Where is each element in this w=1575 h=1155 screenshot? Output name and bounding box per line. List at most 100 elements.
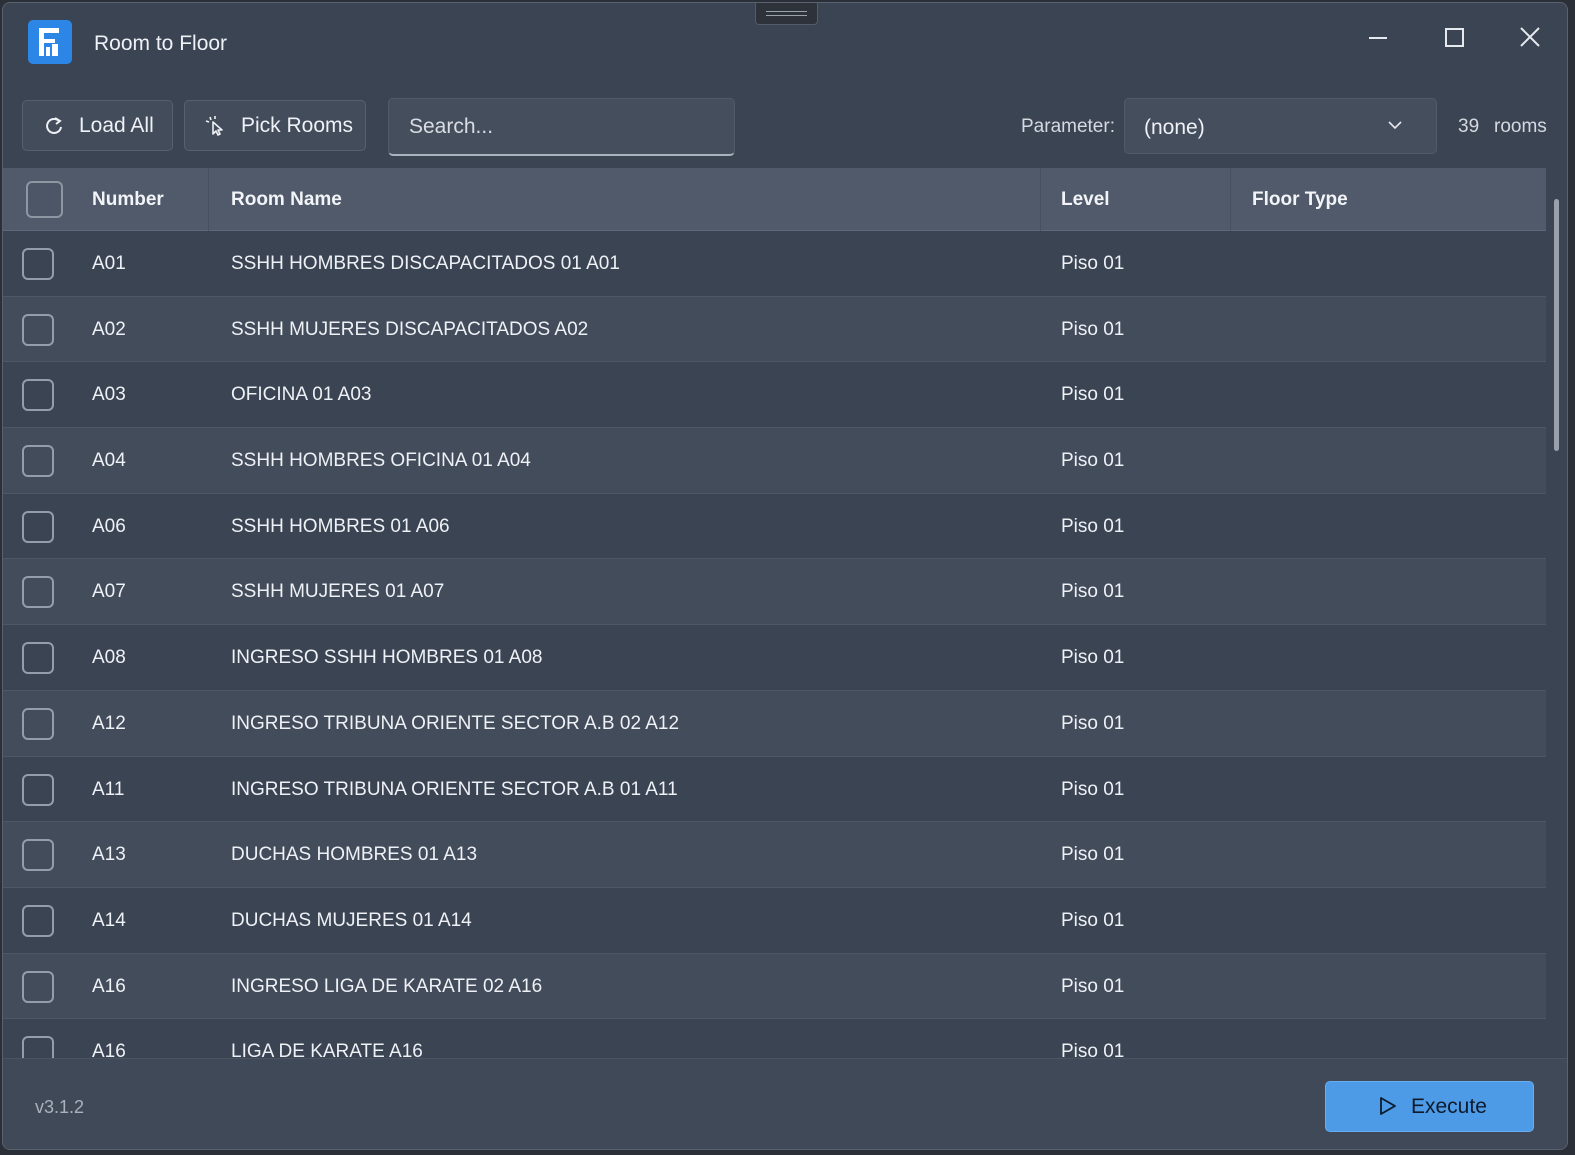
table-row[interactable]: A02 SSHH MUJERES DISCAPACITADOS A02 Piso…	[3, 296, 1546, 363]
maximize-icon	[1445, 28, 1464, 47]
row-checkbox[interactable]	[22, 904, 54, 937]
table-row[interactable]: A14 DUCHAS MUJERES 01 A14 Piso 01	[3, 887, 1546, 954]
minimize-button[interactable]	[1358, 21, 1398, 57]
row-checkbox[interactable]	[22, 970, 54, 1003]
row-checkbox[interactable]	[22, 313, 54, 346]
parameter-dropdown[interactable]: (none)	[1124, 98, 1437, 154]
room-name: INGRESO TRIBUNA ORIENTE SECTOR A.B 02 A1…	[231, 712, 680, 734]
close-button[interactable]	[1510, 21, 1550, 57]
room-count: 39	[1458, 116, 1480, 137]
column-separator[interactable]	[1230, 168, 1231, 231]
version-label: v3.1.2	[35, 1097, 85, 1117]
room-number: A16	[92, 1041, 126, 1058]
room-level: Piso 01	[1061, 318, 1125, 340]
row-checkbox[interactable]	[22, 379, 54, 412]
pick-rooms-button[interactable]: Pick Rooms	[184, 100, 366, 151]
rooms-table: Number Room Name Level Floor Type A01 SS…	[3, 168, 1546, 1058]
room-name: INGRESO LIGA DE KARATE 02 A16	[231, 975, 543, 997]
room-level: Piso 01	[1061, 778, 1125, 800]
table-row[interactable]: A16 INGRESO LIGA DE KARATE 02 A16 Piso 0…	[3, 953, 1546, 1020]
column-separator[interactable]	[208, 168, 209, 231]
window-title: Room to Floor	[94, 32, 228, 55]
table-row[interactable]: A04 SSHH HOMBRES OFICINA 01 A04 Piso 01	[3, 428, 1546, 494]
room-name: INGRESO SSHH HOMBRES 01 A08	[231, 647, 543, 669]
row-checkbox[interactable]	[22, 1036, 54, 1058]
table-row[interactable]: A13 DUCHAS HOMBRES 01 A13 Piso 01	[3, 822, 1546, 888]
room-name: LIGA DE KARATE A16	[231, 1041, 423, 1058]
table-row[interactable]: A12 INGRESO TRIBUNA ORIENTE SECTOR A.B 0…	[3, 690, 1546, 757]
chevron-down-icon	[1388, 121, 1402, 130]
table-row[interactable]: A16 LIGA DE KARATE A16 Piso 01	[3, 1019, 1546, 1058]
room-number: A14	[92, 909, 126, 931]
room-level: Piso 01	[1061, 515, 1125, 537]
room-level: Piso 01	[1061, 844, 1125, 866]
column-separator[interactable]	[1040, 168, 1041, 231]
room-number: A02	[92, 318, 126, 340]
pick-rooms-label: Pick Rooms	[241, 114, 354, 137]
execute-label: Execute	[1411, 1095, 1487, 1118]
room-to-floor-window: Room to Floor Load All Pick Rooms Search…	[2, 2, 1568, 1150]
row-checkbox[interactable]	[22, 642, 54, 675]
room-level: Piso 01	[1061, 1041, 1125, 1058]
room-number: A04	[92, 450, 126, 472]
execute-button[interactable]: Execute	[1325, 1081, 1534, 1132]
row-checkbox[interactable]	[22, 445, 54, 478]
room-number: A07	[92, 581, 126, 603]
row-checkbox[interactable]	[22, 576, 54, 609]
load-all-label: Load All	[79, 114, 154, 137]
room-count-label: rooms	[1494, 116, 1547, 137]
room-number: A03	[92, 384, 126, 406]
room-name: INGRESO TRIBUNA ORIENTE SECTOR A.B 01 A1…	[231, 778, 678, 800]
column-header-level[interactable]: Level	[1061, 189, 1110, 211]
row-checkbox[interactable]	[22, 839, 54, 872]
room-level: Piso 01	[1061, 909, 1125, 931]
row-checkbox[interactable]	[22, 773, 54, 806]
room-name: SSHH HOMBRES OFICINA 01 A04	[231, 450, 531, 472]
table-row[interactable]: A08 INGRESO SSHH HOMBRES 01 A08 Piso 01	[3, 625, 1546, 691]
row-checkbox[interactable]	[22, 707, 54, 740]
room-number: A11	[92, 778, 125, 800]
column-header-floor-type[interactable]: Floor Type	[1252, 189, 1348, 211]
room-level: Piso 01	[1061, 647, 1125, 669]
table-row[interactable]: A01 SSHH HOMBRES DISCAPACITADOS 01 A01 P…	[3, 231, 1546, 297]
table-scrollbar[interactable]	[1551, 173, 1563, 1053]
table-row[interactable]: A07 SSHH MUJERES 01 A07 Piso 01	[3, 559, 1546, 626]
parameter-label: Parameter:	[1021, 116, 1115, 137]
row-checkbox[interactable]	[22, 248, 54, 280]
room-name: DUCHAS MUJERES 01 A14	[231, 909, 472, 931]
room-name: SSHH MUJERES 01 A07	[231, 581, 445, 603]
room-level: Piso 01	[1061, 581, 1125, 603]
table-header: Number Room Name Level Floor Type	[3, 168, 1546, 231]
room-level: Piso 01	[1061, 253, 1125, 274]
close-icon	[1520, 27, 1540, 47]
room-number: A16	[92, 975, 126, 997]
maximize-button[interactable]	[1434, 21, 1474, 57]
table-row[interactable]: A11 INGRESO TRIBUNA ORIENTE SECTOR A.B 0…	[3, 756, 1546, 823]
cursor-click-icon	[205, 116, 223, 136]
minimize-icon	[1369, 37, 1387, 39]
title-bar[interactable]: Room to Floor	[3, 3, 1567, 83]
play-icon	[1380, 1097, 1396, 1115]
parameter-value: (none)	[1144, 116, 1205, 139]
refresh-icon	[46, 117, 62, 134]
scrollbar-thumb[interactable]	[1554, 199, 1559, 451]
room-number: A06	[92, 515, 126, 537]
load-all-button[interactable]: Load All	[22, 100, 173, 151]
column-header-number[interactable]: Number	[92, 189, 164, 211]
room-name: OFICINA 01 A03	[231, 384, 372, 406]
room-number: A13	[92, 844, 126, 866]
select-all-checkbox[interactable]	[26, 181, 63, 218]
row-checkbox[interactable]	[22, 510, 54, 543]
room-level: Piso 01	[1061, 384, 1125, 406]
revit-f-logo-icon	[28, 20, 72, 64]
room-number: A12	[92, 712, 126, 734]
table-row[interactable]: A03 OFICINA 01 A03 Piso 01	[3, 362, 1546, 429]
table-row[interactable]: A06 SSHH HOMBRES 01 A06 Piso 01	[3, 493, 1546, 560]
column-header-room-name[interactable]: Room Name	[231, 189, 342, 211]
room-level: Piso 01	[1061, 975, 1125, 997]
table-body: A01 SSHH HOMBRES DISCAPACITADOS 01 A01 P…	[3, 231, 1546, 1058]
room-level: Piso 01	[1061, 450, 1125, 472]
search-input[interactable]	[388, 98, 735, 156]
room-name: SSHH HOMBRES DISCAPACITADOS 01 A01	[231, 253, 620, 274]
room-number: A08	[92, 647, 126, 669]
